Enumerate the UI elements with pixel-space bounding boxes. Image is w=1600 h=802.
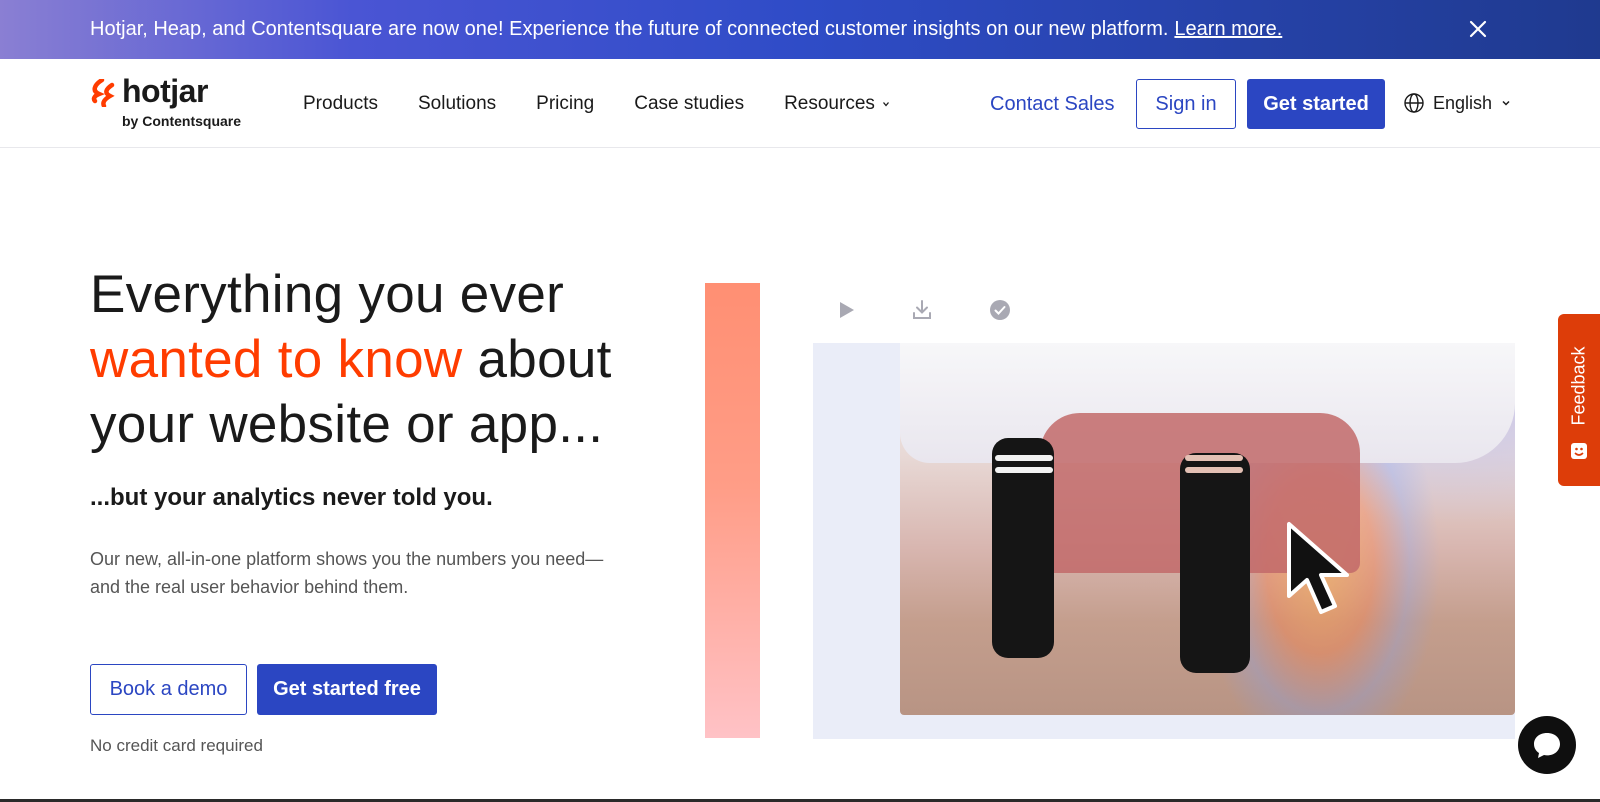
nav-pricing[interactable]: Pricing xyxy=(536,93,594,115)
banner-learn-more-link[interactable]: Learn more. xyxy=(1174,18,1282,41)
feedback-tab[interactable]: Feedback xyxy=(1558,314,1600,486)
hero-title-part1: Everything you ever xyxy=(90,265,565,324)
nav-solutions-label: Solutions xyxy=(417,93,497,114)
nav-case-studies-label: Case studies xyxy=(634,93,745,114)
cursor-arrow-icon xyxy=(1287,522,1349,614)
photo-sock-stripe xyxy=(1185,467,1243,473)
download-icon[interactable] xyxy=(910,298,934,322)
nav-resources-label: Resources xyxy=(784,93,875,114)
sign-in-button[interactable]: Sign in xyxy=(1136,79,1236,129)
get-started-button[interactable]: Get started xyxy=(1247,79,1385,129)
hero-subtitle: ...but your analytics never told you. xyxy=(90,484,493,511)
hero-title: Everything you ever wanted to know about… xyxy=(90,262,670,457)
logo-wordmark: hotjar xyxy=(122,73,208,109)
nav-case-studies[interactable]: Case studies xyxy=(634,93,744,115)
chat-bubble-icon xyxy=(1534,733,1560,758)
nav-products[interactable]: Products xyxy=(303,93,378,115)
book-demo-button[interactable]: Book a demo xyxy=(90,664,247,715)
logo-subtitle: by Contentsquare xyxy=(122,113,242,129)
site-header: hotjar by Contentsquare Products Solutio… xyxy=(0,59,1600,148)
language-label: English xyxy=(1433,92,1493,113)
photo-sock-stripe xyxy=(995,467,1053,473)
hero-description: Our new, all-in-one platform shows you t… xyxy=(90,549,604,597)
banner-message: Hotjar, Heap, and Contentsquare are now … xyxy=(90,18,1169,40)
contact-sales-link[interactable]: Contact Sales xyxy=(990,93,1115,116)
nav-resources[interactable]: Resources xyxy=(784,93,891,115)
hotjar-logo[interactable]: hotjar by Contentsquare xyxy=(90,73,260,133)
nav-pricing-label: Pricing xyxy=(536,93,595,114)
announcement-banner: Hotjar, Heap, and Contentsquare are now … xyxy=(0,0,1600,59)
nav-products-label: Products xyxy=(303,93,378,114)
chat-launcher[interactable] xyxy=(1518,716,1576,774)
feedback-face-icon xyxy=(1571,443,1587,459)
decorative-gradient-bar xyxy=(705,283,760,738)
photo-right-boot xyxy=(1180,453,1250,673)
hotjar-logo-icon xyxy=(90,77,116,109)
session-replay-photo xyxy=(900,343,1515,715)
globe-icon xyxy=(1404,93,1424,113)
play-icon[interactable] xyxy=(834,298,858,322)
nav-solutions[interactable]: Solutions xyxy=(418,93,496,115)
photo-sock-stripe xyxy=(995,455,1053,461)
main-nav: Products Solutions Pricing Case studies … xyxy=(303,93,931,115)
get-started-free-button[interactable]: Get started free xyxy=(257,664,437,715)
language-selector[interactable]: English xyxy=(1403,92,1512,114)
no-credit-card-note: No credit card required xyxy=(90,736,263,755)
close-icon[interactable] xyxy=(1466,17,1490,41)
photo-sock-stripe xyxy=(1185,455,1243,461)
hero-title-accent: wanted to know xyxy=(90,330,463,389)
chevron-down-icon xyxy=(1502,100,1510,106)
check-circle-icon[interactable] xyxy=(988,298,1012,322)
chevron-down-icon xyxy=(882,102,889,107)
feedback-label: Feedback xyxy=(1568,346,1589,426)
